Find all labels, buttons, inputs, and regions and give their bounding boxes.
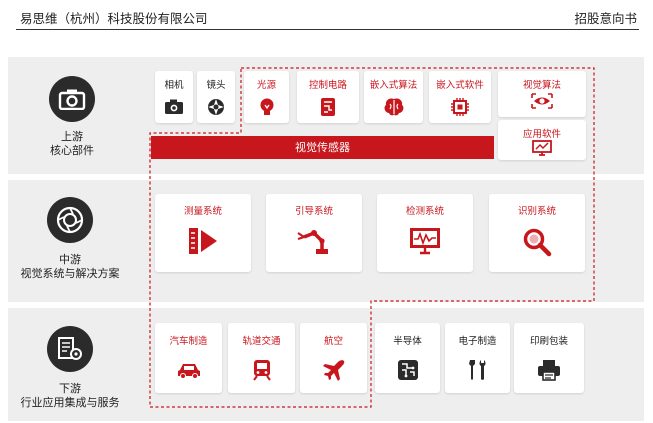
highlight-dashed-outline: [149, 67, 595, 408]
